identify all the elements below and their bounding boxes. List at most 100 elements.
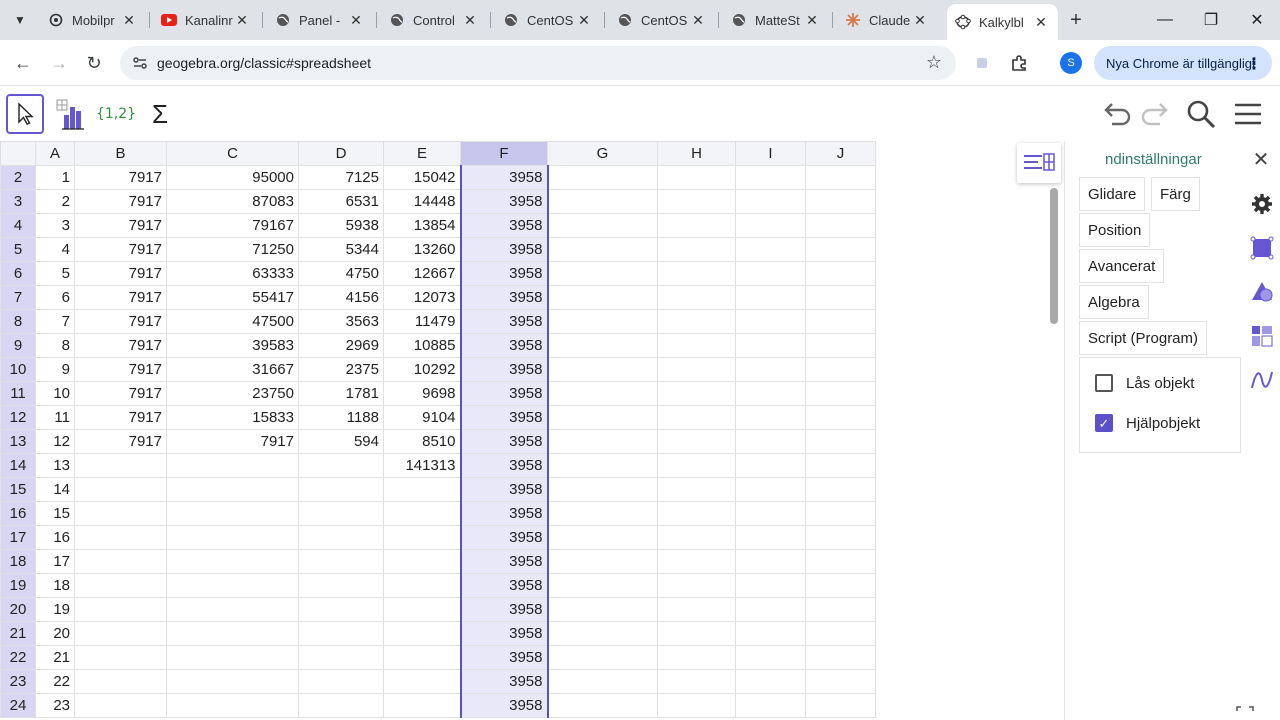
cell-i[interactable] <box>735 381 806 406</box>
cell-e[interactable] <box>383 477 461 502</box>
cell-b[interactable]: 7917 <box>74 261 167 286</box>
cell-c[interactable] <box>166 645 299 670</box>
browser-tab[interactable]: CentOS ✕ <box>495 6 601 34</box>
extensions-puzzle-icon[interactable] <box>1009 53 1029 73</box>
cell-j[interactable] <box>805 597 876 622</box>
cell-d[interactable]: 6531 <box>298 189 384 214</box>
cell-j[interactable] <box>805 477 876 502</box>
cell-c[interactable] <box>166 549 299 574</box>
cell-j[interactable] <box>805 573 876 598</box>
cell-g[interactable] <box>547 213 658 238</box>
cell-c[interactable]: 95000 <box>166 165 299 190</box>
cell-a[interactable]: 1 <box>35 165 75 190</box>
cell-a[interactable]: 13 <box>35 453 75 478</box>
cell-d[interactable]: 5344 <box>298 237 384 262</box>
row-header[interactable]: 15 <box>0 477 36 502</box>
cell-h[interactable] <box>657 501 736 526</box>
cell-e[interactable] <box>383 549 461 574</box>
cell-a[interactable]: 7 <box>35 309 75 334</box>
tab-close-icon[interactable]: ✕ <box>461 12 479 29</box>
cell-c[interactable]: 7917 <box>166 429 299 454</box>
cell-e[interactable]: 12667 <box>383 261 461 286</box>
cell-h[interactable] <box>657 309 736 334</box>
cell-j[interactable] <box>805 429 876 454</box>
cell-f[interactable]: 3958 <box>459 213 549 238</box>
cell-h[interactable] <box>657 405 736 430</box>
browser-tab[interactable]: Kanalinr ✕ <box>153 6 259 34</box>
cell-f[interactable]: 3958 <box>459 645 549 670</box>
cell-j[interactable] <box>805 669 876 694</box>
cell-a[interactable]: 5 <box>35 261 75 286</box>
cell-g[interactable] <box>547 669 658 694</box>
cell-h[interactable] <box>657 189 736 214</box>
cell-j[interactable] <box>805 381 876 406</box>
column-header-f[interactable]: F <box>460 141 548 166</box>
cell-f[interactable]: 3958 <box>459 597 549 622</box>
cell-f[interactable]: 3958 <box>459 453 549 478</box>
cell-j[interactable] <box>805 501 876 526</box>
chrome-update-button[interactable]: Nya Chrome är tillgängligt ⋮ <box>1094 46 1272 80</box>
cell-j[interactable] <box>805 333 876 358</box>
cell-h[interactable] <box>657 669 736 694</box>
cell-c[interactable]: 15833 <box>166 405 299 430</box>
cell-h[interactable] <box>657 357 736 382</box>
cell-d[interactable] <box>298 453 384 478</box>
cell-b[interactable]: 7917 <box>74 165 167 190</box>
cell-a[interactable]: 23 <box>35 693 75 718</box>
cell-d[interactable] <box>298 669 384 694</box>
one-variable-analysis-tool[interactable] <box>52 94 90 134</box>
more-menu-icon[interactable]: ⋮ <box>1246 54 1262 74</box>
cell-g[interactable] <box>547 285 658 310</box>
column-header-b[interactable]: B <box>74 141 167 166</box>
cell-g[interactable] <box>547 621 658 646</box>
browser-tab[interactable]: CentOS ✕ <box>609 6 715 34</box>
cell-f[interactable]: 3958 <box>459 501 549 526</box>
tab-close-icon[interactable]: ✕ <box>1032 14 1050 31</box>
column-header-i[interactable]: I <box>735 141 806 166</box>
auxiliary-object-checkbox-row[interactable]: ✓ Hjälpobjekt <box>1095 411 1200 435</box>
row-header[interactable]: 18 <box>0 549 36 574</box>
cell-e[interactable]: 8510 <box>383 429 461 454</box>
cell-a[interactable]: 19 <box>35 597 75 622</box>
cell-f[interactable]: 3958 <box>459 525 549 550</box>
cell-f[interactable]: 3958 <box>459 189 549 214</box>
cell-d[interactable] <box>298 645 384 670</box>
cell-a[interactable]: 15 <box>35 501 75 526</box>
cell-b[interactable] <box>74 477 167 502</box>
extension-icon[interactable] <box>972 53 992 73</box>
cell-a[interactable]: 20 <box>35 621 75 646</box>
cell-j[interactable] <box>805 693 876 718</box>
cell-c[interactable]: 63333 <box>166 261 299 286</box>
cell-f[interactable]: 3958 <box>459 381 549 406</box>
cell-g[interactable] <box>547 453 658 478</box>
row-header[interactable]: 22 <box>0 645 36 670</box>
row-header[interactable]: 3 <box>0 189 36 214</box>
row-header[interactable]: 2 <box>0 165 36 190</box>
cell-a[interactable]: 6 <box>35 285 75 310</box>
cell-d[interactable]: 2375 <box>298 357 384 382</box>
cell-e[interactable]: 14448 <box>383 189 461 214</box>
cell-d[interactable] <box>298 573 384 598</box>
cell-c[interactable] <box>166 597 299 622</box>
cell-b[interactable]: 7917 <box>74 405 167 430</box>
cell-d[interactable]: 4750 <box>298 261 384 286</box>
cell-g[interactable] <box>547 309 658 334</box>
graphics-view-icon[interactable] <box>1249 235 1275 261</box>
cell-i[interactable] <box>735 453 806 478</box>
cell-c[interactable]: 39583 <box>166 333 299 358</box>
cell-i[interactable] <box>735 477 806 502</box>
tab-close-icon[interactable]: ✕ <box>347 12 365 29</box>
row-header[interactable]: 13 <box>0 429 36 454</box>
tab-close-icon[interactable]: ✕ <box>233 12 251 29</box>
column-header-a[interactable]: A <box>35 141 75 166</box>
url-text[interactable]: geogebra.org/classic#spreadsheet <box>157 55 371 71</box>
cell-e[interactable]: 9104 <box>383 405 461 430</box>
cell-h[interactable] <box>657 285 736 310</box>
cell-d[interactable] <box>298 693 384 718</box>
cell-b[interactable] <box>74 621 167 646</box>
cell-h[interactable] <box>657 477 736 502</box>
tab-close-icon[interactable]: ✕ <box>911 12 929 29</box>
minimize-button[interactable]: — <box>1142 0 1188 40</box>
cell-i[interactable] <box>735 549 806 574</box>
cell-b[interactable]: 7917 <box>74 309 167 334</box>
